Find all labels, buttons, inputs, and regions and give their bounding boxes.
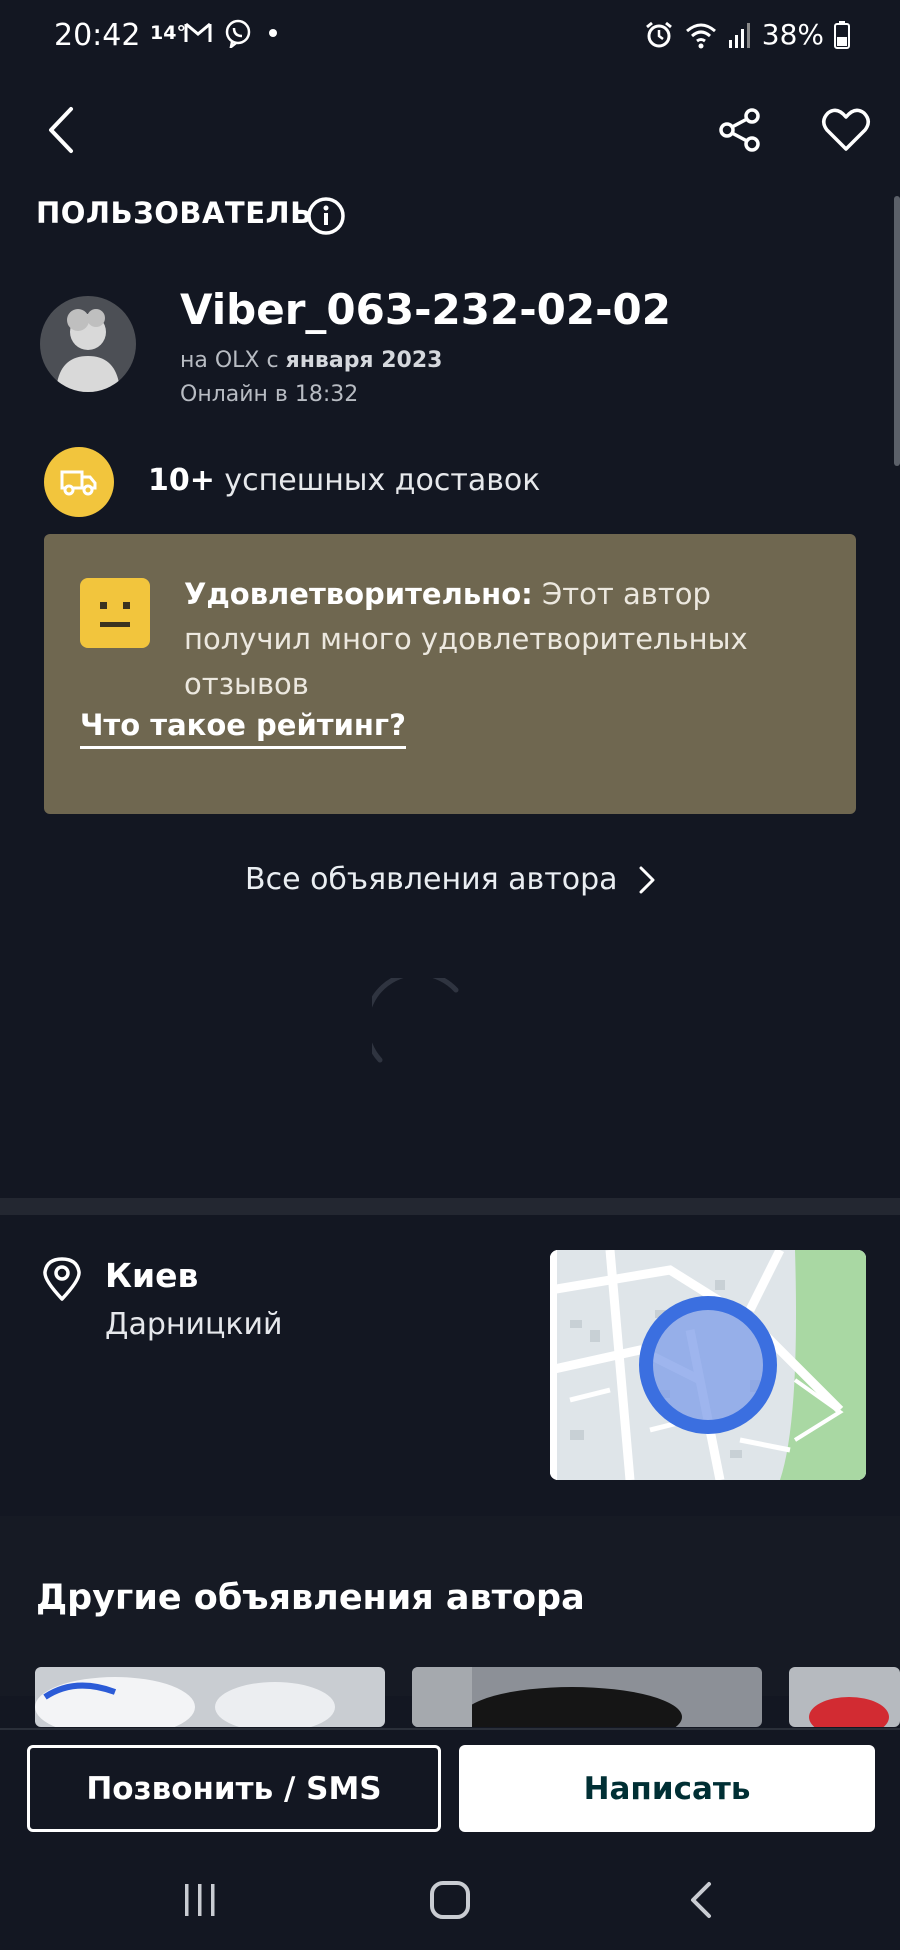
battery-percent: 38%: [761, 18, 824, 51]
call-sms-button[interactable]: Позвонить / SMS: [27, 1745, 441, 1832]
dot-icon: [269, 29, 277, 37]
location-map[interactable]: [550, 1250, 866, 1480]
status-temperature: 14°: [150, 22, 186, 44]
loading-spinner: [363, 970, 462, 1072]
all-ads-label: Все объявления автора: [245, 862, 618, 897]
heart-icon: [822, 108, 870, 151]
location-pin-icon: [40, 1256, 84, 1306]
member-since-date: января 2023: [285, 348, 443, 373]
status-right-icons: 38%: [644, 18, 850, 51]
share-icon: [719, 108, 760, 152]
avatar: [40, 296, 136, 392]
location-city: Киев: [105, 1256, 199, 1295]
default-avatar-icon: [56, 309, 120, 392]
back-arrow-icon: [49, 107, 73, 153]
favorite-button[interactable]: [816, 100, 876, 160]
info-icon: [307, 197, 345, 235]
back-nav-button[interactable]: [672, 1870, 732, 1930]
share-button[interactable]: [710, 100, 770, 160]
wifi-icon: [685, 23, 716, 48]
signal-icon: [728, 22, 750, 48]
recent-apps-icon: [185, 1884, 215, 1916]
chevron-right-icon: [639, 866, 654, 893]
alarm-icon: [645, 21, 672, 47]
status-left-icons: [183, 18, 283, 48]
section-label-user: ПОЛЬЗОВАТЕЛЬ: [36, 196, 313, 230]
delivery-count: 10+: [148, 463, 215, 498]
user-info-button[interactable]: [306, 196, 346, 240]
other-ads-title: Другие объявления автора: [36, 1578, 585, 1618]
ad-thumbnail[interactable]: [35, 1667, 385, 1727]
delivery-label: успешных доставок: [214, 463, 541, 498]
home-button[interactable]: [420, 1870, 480, 1930]
rating-text: Удовлетворительно: Этот автор получил мн…: [184, 572, 844, 707]
member-since: на OLX с января 2023: [180, 348, 442, 373]
delivery-badge: [44, 447, 114, 517]
gmail-icon: [184, 22, 212, 42]
member-since-prefix: на OLX с: [180, 348, 286, 373]
viber-icon: [225, 19, 251, 48]
all-ads-link[interactable]: Все объявления автора: [245, 862, 656, 897]
section-divider: [0, 1198, 900, 1215]
neutral-face-icon: [80, 578, 150, 648]
rating-title: Удовлетворительно:: [184, 577, 533, 611]
username: Viber_063-232-02-02: [180, 285, 671, 334]
scroll-indicator[interactable]: [894, 196, 900, 466]
ad-thumbnail[interactable]: [412, 1667, 762, 1727]
back-nav-icon: [691, 1882, 711, 1918]
back-button[interactable]: [32, 100, 92, 160]
ad-thumbnail[interactable]: [789, 1667, 900, 1727]
delivery-text: 10+ успешных доставок: [148, 463, 540, 498]
location-district: Дарницкий: [105, 1307, 283, 1342]
online-status: Онлайн в 18:32: [180, 382, 359, 407]
recent-apps-button[interactable]: [170, 1870, 230, 1930]
truck-icon: [60, 470, 97, 496]
status-time: 20:42: [54, 18, 141, 53]
rating-info-link[interactable]: Что такое рейтинг?: [80, 708, 406, 749]
battery-icon: [834, 20, 850, 49]
home-icon: [430, 1881, 470, 1919]
write-message-button[interactable]: Написать: [459, 1745, 875, 1832]
